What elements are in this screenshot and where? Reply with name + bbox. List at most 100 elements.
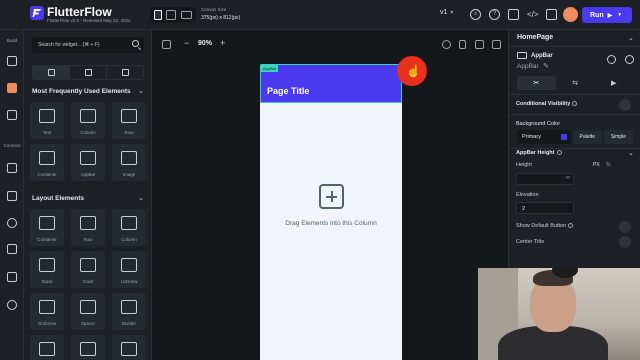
appbar-height-text: AppBar Height bbox=[516, 150, 555, 156]
run-button[interactable]: Run ▶ ▼ bbox=[582, 7, 632, 23]
widget-layers-icon[interactable] bbox=[7, 83, 17, 93]
column-icon bbox=[121, 216, 137, 230]
zoom-out-button[interactable]: − bbox=[184, 38, 189, 48]
page-title[interactable]: Page Title bbox=[267, 86, 309, 96]
widget-tile-more[interactable] bbox=[71, 335, 105, 360]
widget-tile-stack[interactable]: Stack bbox=[30, 251, 64, 288]
diamond-icon bbox=[84, 69, 92, 76]
api-icon[interactable] bbox=[7, 191, 17, 201]
search-icon bbox=[132, 40, 139, 47]
phone-preview[interactable]: AppBar Page Title Drag Elements into thi… bbox=[260, 64, 402, 360]
unit-px-toggle[interactable]: PX bbox=[593, 162, 600, 168]
search-icon[interactable]: ⌕ bbox=[470, 9, 481, 20]
widget-tile-more[interactable] bbox=[30, 335, 64, 360]
device-selector bbox=[150, 7, 196, 23]
mobile-device-icon[interactable] bbox=[154, 10, 163, 20]
widget-tile-label: Spacer bbox=[80, 321, 96, 326]
desktop-device-icon[interactable] bbox=[180, 11, 192, 19]
tab-components[interactable] bbox=[70, 66, 107, 79]
edit-icon[interactable]: ✎ bbox=[543, 62, 549, 70]
version-select[interactable]: v1 ▾ bbox=[440, 9, 453, 16]
tab-backend[interactable]: ⇆ bbox=[556, 76, 595, 90]
listview-icon bbox=[121, 258, 137, 272]
widget-tile-appbar[interactable]: AppBar bbox=[71, 144, 105, 181]
simple-button[interactable]: Simple bbox=[603, 130, 633, 144]
image-icon bbox=[121, 151, 137, 165]
widget-tabs bbox=[32, 65, 144, 80]
phone-preview-icon[interactable] bbox=[459, 40, 466, 49]
color-picker[interactable]: Primary bbox=[517, 130, 571, 144]
widget-tile-divider[interactable]: Divider bbox=[112, 293, 146, 330]
divider bbox=[509, 46, 640, 47]
chevron-down-icon[interactable]: ⌄ bbox=[628, 34, 634, 42]
zoom-in-button[interactable]: + bbox=[220, 38, 225, 48]
widget-tile-row[interactable]: Row bbox=[71, 209, 105, 246]
widget-panel: Search for widget... (⌘ + F) Most Freque… bbox=[24, 30, 152, 360]
chevron-down-icon[interactable]: ⌄ bbox=[628, 149, 634, 157]
height-value: ∞ bbox=[565, 175, 570, 181]
widget-tile-card[interactable]: Card bbox=[71, 251, 105, 288]
center-title-toggle[interactable] bbox=[619, 236, 631, 248]
tablet-device-icon[interactable] bbox=[166, 10, 177, 20]
properties-tabs: ✂ ⇆ ▶ bbox=[517, 76, 633, 90]
elevation-input[interactable]: 2 bbox=[516, 202, 574, 214]
canvas-size-value[interactable]: 375(px) x 812(px) bbox=[201, 15, 240, 21]
appbar-height-label: AppBar Height bbox=[516, 150, 562, 156]
canvas-size-label: Canvas Size bbox=[201, 7, 227, 12]
widget-tile-row[interactable]: Row bbox=[112, 102, 146, 139]
tab-actions[interactable]: ▶ bbox=[594, 76, 633, 90]
widget-tile-more[interactable] bbox=[112, 335, 146, 360]
flutterflow-logo bbox=[30, 6, 44, 20]
download-icon[interactable] bbox=[546, 9, 557, 20]
widget-tile-container[interactable]: Container bbox=[30, 144, 64, 181]
chevron-down-icon[interactable]: ⌄ bbox=[138, 87, 144, 95]
conditional-visibility-toggle[interactable] bbox=[619, 99, 631, 111]
chevron-down-icon: ▾ bbox=[450, 10, 454, 16]
media-icon[interactable] bbox=[7, 244, 17, 254]
select-tool-icon[interactable] bbox=[162, 40, 171, 49]
widget-tile-column[interactable]: Column bbox=[112, 209, 146, 246]
show-default-button-toggle[interactable] bbox=[619, 221, 631, 233]
container-icon bbox=[39, 216, 55, 230]
widget-tile-text[interactable]: Text bbox=[30, 102, 64, 139]
appbar-tag: AppBar bbox=[261, 65, 279, 72]
widget-tile-label: Card bbox=[83, 279, 93, 284]
add-element-icon[interactable] bbox=[319, 184, 344, 209]
palette-button[interactable]: Palette bbox=[572, 130, 602, 144]
diamond-icon[interactable] bbox=[607, 55, 616, 64]
height-input[interactable]: ∞ bbox=[516, 173, 574, 185]
widget-tile-gridview[interactable]: GridView bbox=[30, 293, 64, 330]
tablet-preview-icon[interactable] bbox=[475, 40, 484, 49]
widget-tile-container[interactable]: Container bbox=[30, 209, 64, 246]
play-icon: ▶ bbox=[607, 12, 613, 19]
widget-tile-listview[interactable]: ListView bbox=[112, 251, 146, 288]
tab-templates[interactable] bbox=[107, 66, 143, 79]
widget-tile-label: Column bbox=[80, 130, 96, 135]
settings-icon[interactable] bbox=[7, 218, 17, 228]
widget-tile-label: Column bbox=[121, 237, 137, 242]
tree-icon[interactable] bbox=[7, 110, 17, 120]
navigation-icon[interactable] bbox=[7, 56, 17, 66]
widget-tile-image[interactable]: Image bbox=[112, 144, 146, 181]
chevron-down-icon[interactable]: ⌄ bbox=[138, 194, 144, 202]
container-icon bbox=[39, 151, 55, 165]
widget-tile-column[interactable]: Column bbox=[71, 102, 105, 139]
top-bar: FlutterFlow FlutterFlow v2.0 - Released … bbox=[0, 0, 640, 30]
avatar[interactable] bbox=[563, 7, 578, 22]
widget-tile-spacer[interactable]: Spacer bbox=[71, 293, 105, 330]
code-icon[interactable]: </> bbox=[527, 9, 539, 20]
gear-icon[interactable] bbox=[7, 300, 17, 310]
database-icon[interactable] bbox=[7, 163, 17, 173]
theme-toggle-icon[interactable] bbox=[442, 40, 451, 49]
widget-search-input[interactable]: Search for widget... (⌘ + F) bbox=[32, 37, 144, 53]
tab-widgets[interactable] bbox=[33, 66, 70, 79]
info-icon[interactable] bbox=[625, 55, 634, 64]
appbar-widget[interactable]: AppBar Page Title bbox=[260, 64, 402, 103]
tab-properties[interactable]: ✂ bbox=[517, 76, 556, 90]
bug-icon[interactable] bbox=[508, 9, 519, 20]
fullscreen-icon[interactable] bbox=[492, 40, 501, 49]
unit-percent-toggle[interactable]: % bbox=[606, 162, 610, 168]
help-icon[interactable]: ? bbox=[489, 9, 500, 20]
widget-tile-label: Container bbox=[37, 237, 57, 242]
custom-code-icon[interactable] bbox=[7, 272, 17, 282]
